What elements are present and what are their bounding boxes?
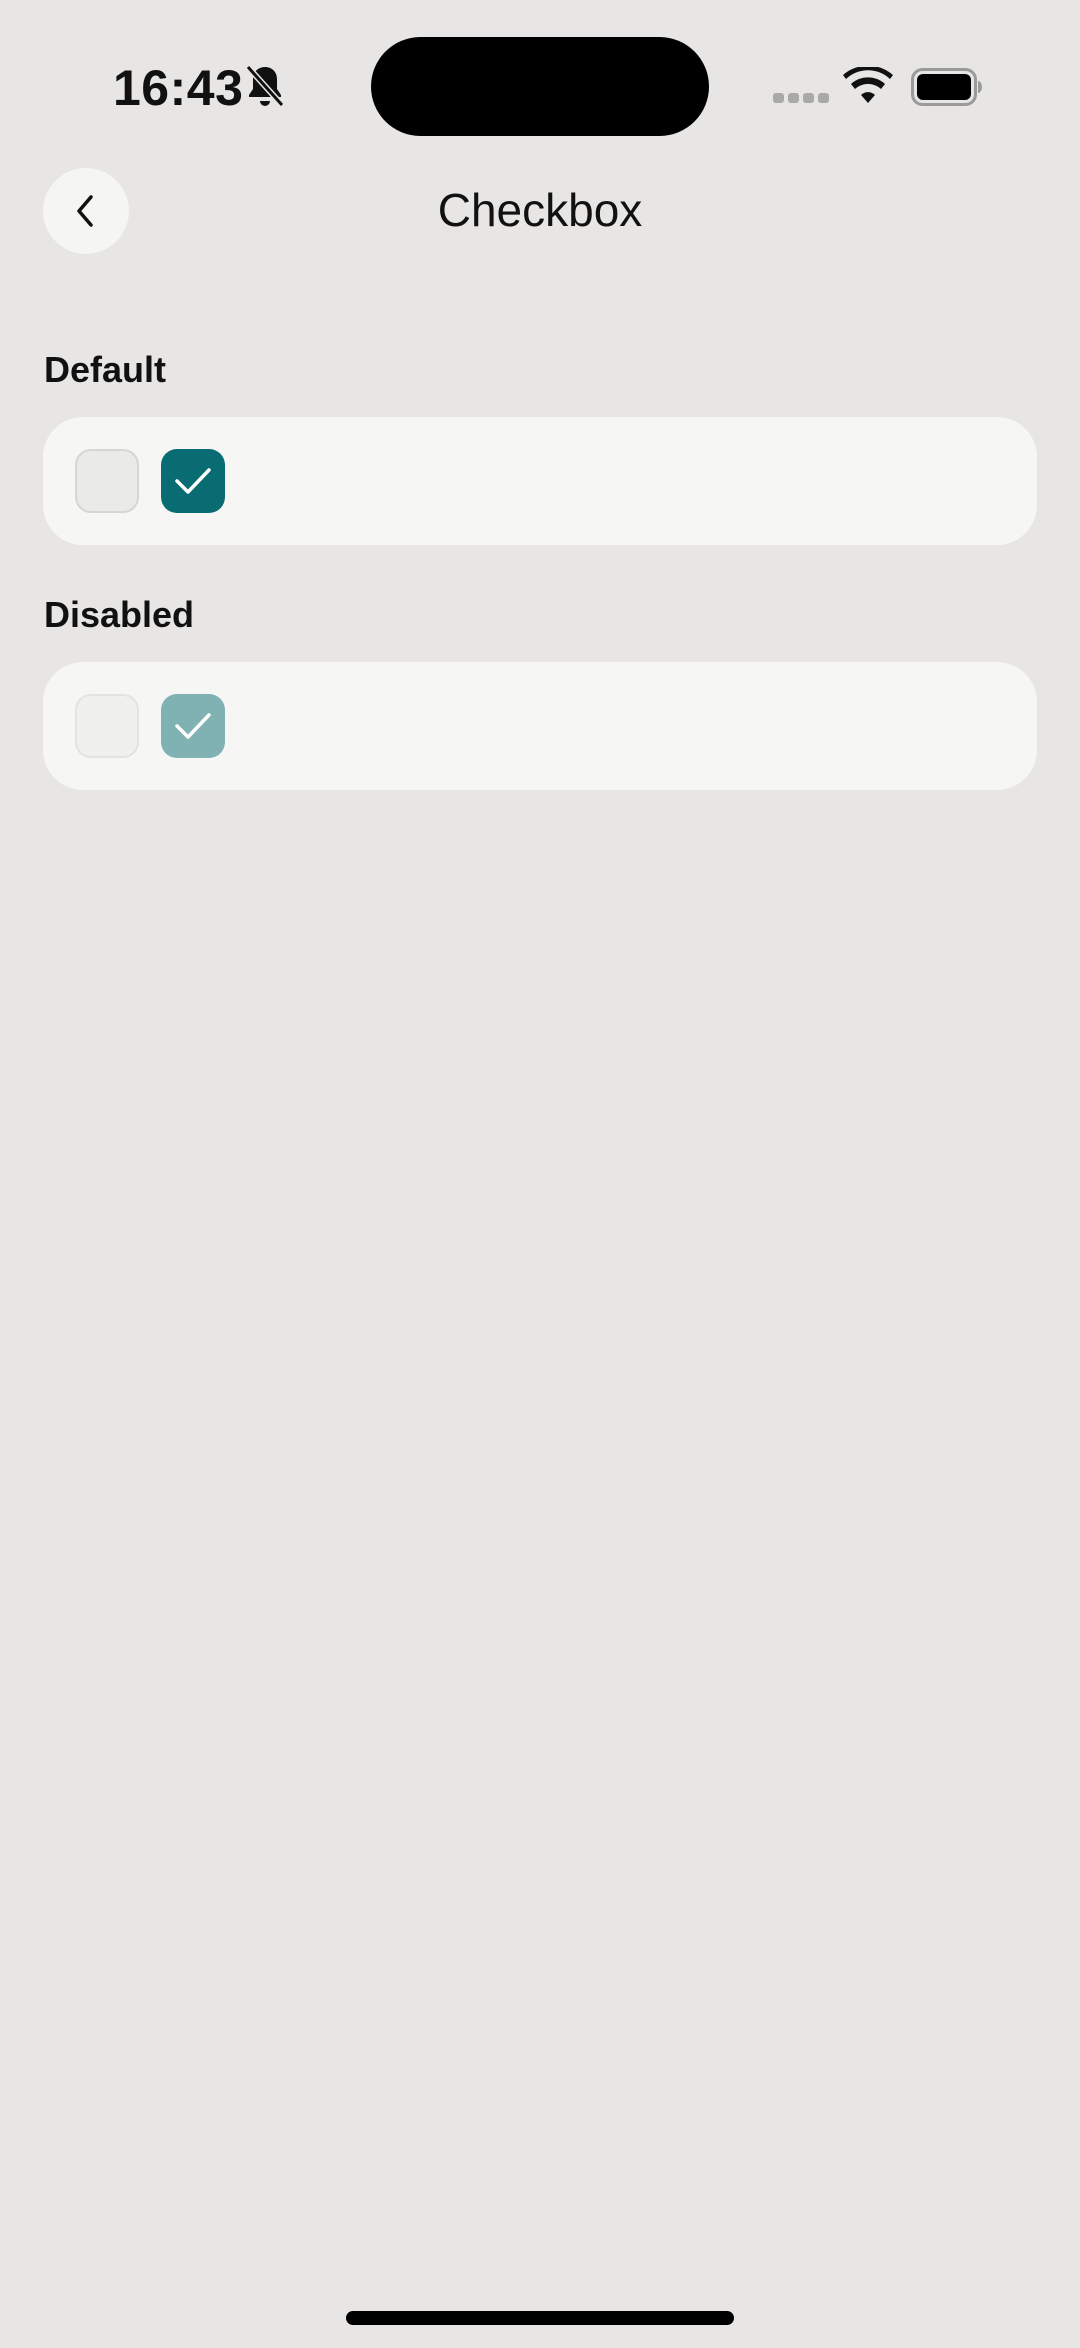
cellular-signal-icon — [773, 93, 829, 103]
default-unchecked-checkbox[interactable] — [75, 449, 139, 513]
disabled-checkbox-card — [43, 662, 1037, 790]
home-indicator — [346, 2311, 734, 2325]
checkmark-icon — [175, 468, 211, 494]
bell-slash-icon — [245, 64, 285, 108]
section-title-disabled: Disabled — [44, 594, 195, 635]
disabled-checked-checkbox — [161, 694, 225, 758]
battery-icon — [911, 68, 982, 106]
default-checkbox-card — [43, 417, 1037, 545]
wifi-icon — [843, 67, 893, 103]
section-title-default: Default — [44, 349, 167, 390]
page-title: Checkbox — [437, 184, 643, 236]
default-checked-checkbox[interactable] — [161, 449, 225, 513]
dynamic-island — [371, 37, 709, 136]
status-bar: 16:43 — [0, 0, 1080, 180]
disabled-unchecked-checkbox — [75, 694, 139, 758]
checkmark-icon — [175, 713, 211, 739]
status-time: 16:43 — [113, 60, 244, 116]
